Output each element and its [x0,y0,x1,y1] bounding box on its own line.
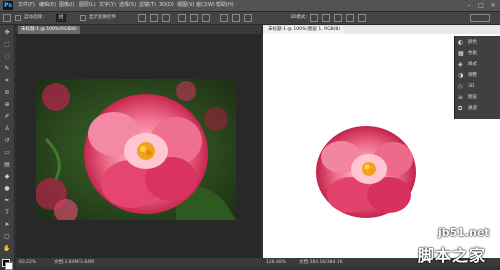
hand-tool-icon[interactable]: ✋ [3,245,11,253]
peony-cutout [316,126,416,218]
align-center-icon[interactable] [190,14,198,22]
status-bar-left: 60.22% 文档:3.84M/3.84M [16,258,261,267]
zoom-level-left[interactable]: 60.22% [19,258,36,267]
clone-stamp-tool-icon[interactable]: ♙ [3,125,11,133]
distribute-bottom-icon[interactable] [244,14,252,22]
auto-select-dropdown[interactable]: 组 [56,14,66,22]
3d-roll-icon[interactable] [322,14,330,22]
move-tool-icon[interactable] [3,14,11,22]
tab-original[interactable]: 未标题-1 @ 100%(RGB/8) [18,26,80,34]
styles-icon: ◈ [458,61,463,68]
align-top-icon[interactable] [138,14,146,22]
brush-tool-icon[interactable]: ✐ [3,113,11,121]
history-brush-tool-icon[interactable]: ↺ [3,137,11,145]
distribute-middle-icon[interactable] [232,14,240,22]
3d-scale-icon[interactable] [358,14,366,22]
workspace-switcher[interactable] [470,14,490,22]
auto-select-label: 自动选择： [24,15,47,20]
doc-size-right: 文档:384.1K/384.1K [299,260,343,265]
3d-mode-label: 3D模式： [290,15,310,20]
document-tabs-right: 未标题-1 @ 100%(图层 1, RGB/8) [263,25,500,34]
menu-type[interactable]: 文字(Y) [99,1,116,10]
3d-slide-icon[interactable] [346,14,354,22]
distribute-top-icon[interactable] [220,14,228,22]
gradient-tool-icon[interactable]: ▤ [3,161,11,169]
layers-icon: ≡ [458,94,464,101]
align-right-icon[interactable] [202,14,210,22]
panel-3d[interactable]: ◇ 3D [458,82,498,92]
dodge-tool-icon[interactable]: ● [3,185,11,193]
panel-styles[interactable]: ◈ 样式 [458,60,498,70]
menu-select[interactable]: 选择(S) [119,1,136,10]
move-tool-icon[interactable]: ✥ [3,29,11,37]
channels-icon: ⧉ [458,105,463,112]
panel-dock: ◐ 颜色 ▦ 色板 ◈ 样式 ◑ 调整 ◇ 3D ≡ 图层 ⧉ 通道 [454,36,500,119]
3d-rotate-icon[interactable] [310,14,318,22]
healing-brush-tool-icon[interactable]: ⊕ [3,101,11,109]
minimize-button[interactable]: – [464,1,474,10]
close-button[interactable]: ✕ [488,1,498,10]
zoom-level-right[interactable]: 126.48% [266,258,286,267]
pen-tool-icon[interactable]: ✒ [3,197,11,205]
crop-tool-icon[interactable]: ⌗ [3,77,11,85]
menu-bar: Ps 文件(F) 编辑(E) 图像(I) 图层(L) 文字(Y) 选择(S) 滤… [0,0,500,12]
eraser-tool-icon[interactable]: ▭ [3,149,11,157]
eyedropper-tool-icon[interactable]: ⊘ [3,89,11,97]
align-middle-icon[interactable] [150,14,158,22]
tools-panel: ✥ ⬚ ◌ ✎ ⌗ ⊘ ⊕ ✐ ♙ ↺ ▭ ▤ ◆ ● ✒ T ➤ ▢ ✋ [0,25,15,270]
lasso-tool-icon[interactable]: ◌ [3,53,11,61]
show-transform-label: 显示变换控件 [89,15,116,20]
adjustments-icon: ◑ [458,72,464,79]
menu-file[interactable]: 文件(F) [18,1,35,10]
background-color-swatch[interactable] [5,262,13,270]
align-left-icon[interactable] [178,14,186,22]
path-select-tool-icon[interactable]: ➤ [3,221,11,229]
show-transform-checkbox[interactable] [80,15,86,21]
menu-edit[interactable]: 编辑(E) [39,1,56,10]
panel-swatches[interactable]: ▦ 色板 [458,49,498,59]
document-window-original: 未标题-1 @ 100%(RGB/8) 60.22% 文档:3.84M/3.84… [16,25,261,267]
panel-channels[interactable]: ⧉ 通道 [458,104,498,114]
photoshop-logo-icon: Ps [3,1,13,10]
watermark-brand: 脚本之家 [418,246,487,265]
menu-help[interactable]: 帮助(H) [216,1,234,10]
3d-pan-icon[interactable] [334,14,342,22]
color-icon: ◐ [458,39,464,46]
maximize-button[interactable]: □ [476,1,486,10]
blur-tool-icon[interactable]: ◆ [3,173,11,181]
panel-adjustments[interactable]: ◑ 调整 [458,71,498,81]
tab-cutout[interactable]: 未标题-1 @ 100%(图层 1, RGB/8) [265,26,343,34]
menu-image[interactable]: 图像(I) [59,1,74,10]
swatches-icon: ▦ [458,50,464,57]
cube-icon: ◇ [458,83,463,90]
menu-filter[interactable]: 滤镜(T) [139,1,156,10]
menu-window[interactable]: 窗口(W) [196,1,215,10]
panel-color[interactable]: ◐ 颜色 [458,38,498,48]
doc-size-left: 文档:3.84M/3.84M [54,260,94,265]
quick-select-tool-icon[interactable]: ✎ [3,65,11,73]
shape-tool-icon[interactable]: ▢ [3,233,11,241]
panel-layers[interactable]: ≡ 图层 [458,93,498,103]
menu-view[interactable]: 视图(V) [177,1,194,10]
peony-photo [36,79,236,220]
menu-3d[interactable]: 3D(D) [159,1,174,10]
options-bar: 自动选择： 组 显示变换控件 3D模式： [0,12,500,25]
type-tool-icon[interactable]: T [3,209,11,217]
watermark-site: jb51.net [438,226,490,239]
marquee-tool-icon[interactable]: ⬚ [3,41,11,49]
align-bottom-icon[interactable] [162,14,170,22]
document-tabs-left: 未标题-1 @ 100%(RGB/8) [16,25,261,34]
menu-layer[interactable]: 图层(L) [79,1,96,10]
auto-select-checkbox[interactable] [15,15,21,21]
